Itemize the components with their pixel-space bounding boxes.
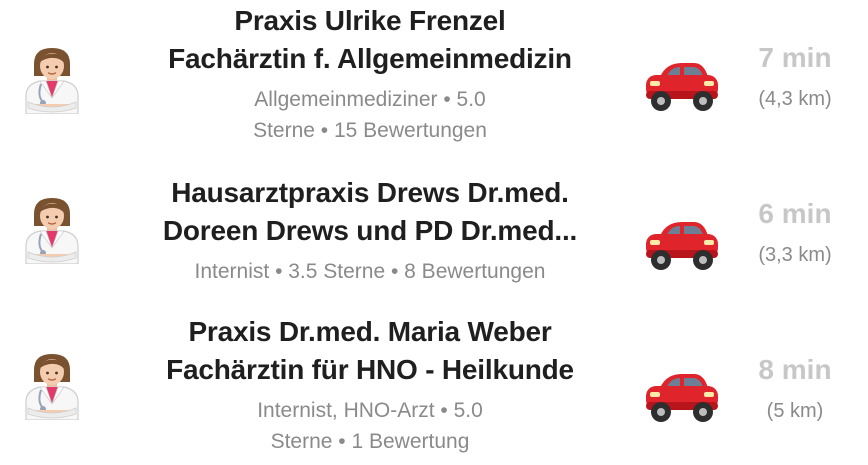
practice-info: Praxis Ulrike Frenzel Fachärztin f. Allg… [104,2,636,146]
doctor-woman-icon [20,42,84,114]
practice-details: Internist, HNO-Arzt • 5.0 [257,399,483,422]
travel-time: 8 min [758,354,832,385]
practice-name-line2: Fachärztin f. Allgemeinmedizin [168,43,572,74]
practice-details-line2: Sterne • 15 Bewertungen [253,119,487,142]
practice-list-item[interactable]: Praxis Dr.med. Maria Weber Fachärztin fü… [0,310,868,465]
travel-info: 6 min (3,3 km) [745,196,845,270]
practice-name: Hausarztpraxis Drews Dr.med. [171,177,569,208]
doctor-woman-icon [20,348,84,420]
practice-name-line2: Doreen Drews und PD Dr.med... [162,215,578,246]
car-icon [640,55,722,115]
car-icon [640,214,722,274]
practice-details: Allgemeinmediziner • 5.0 [254,88,486,111]
practice-info: Praxis Dr.med. Maria Weber Fachärztin fü… [104,313,636,457]
practice-details-line2: Sterne • 1 Bewertung [270,430,470,453]
practice-list-item[interactable]: Praxis Ulrike Frenzel Fachärztin f. Allg… [0,0,868,160]
travel-info: 7 min (4,3 km) [745,40,845,114]
practice-info: Hausarztpraxis Drews Dr.med. Doreen Drew… [104,174,636,287]
practice-list-item[interactable]: Hausarztpraxis Drews Dr.med. Doreen Drew… [0,160,868,310]
travel-info: 8 min (5 km) [745,352,845,426]
practice-name: Praxis Dr.med. Maria Weber [188,316,552,347]
doctor-woman-icon [20,192,84,264]
car-icon [640,366,722,426]
travel-time: 7 min [758,42,832,73]
travel-time: 6 min [758,198,832,229]
practice-name: Praxis Ulrike Frenzel [234,5,506,36]
practice-results-list: Praxis Ulrike Frenzel Fachärztin f. Allg… [0,0,868,465]
practice-details: Internist • 3.5 Sterne • 8 Bewertungen [194,260,546,283]
travel-distance: (4,3 km) [758,88,832,110]
travel-distance: (5 km) [766,400,824,422]
travel-distance: (3,3 km) [758,244,832,266]
practice-name-line2: Fachärztin für HNO - Heilkunde [166,354,574,385]
